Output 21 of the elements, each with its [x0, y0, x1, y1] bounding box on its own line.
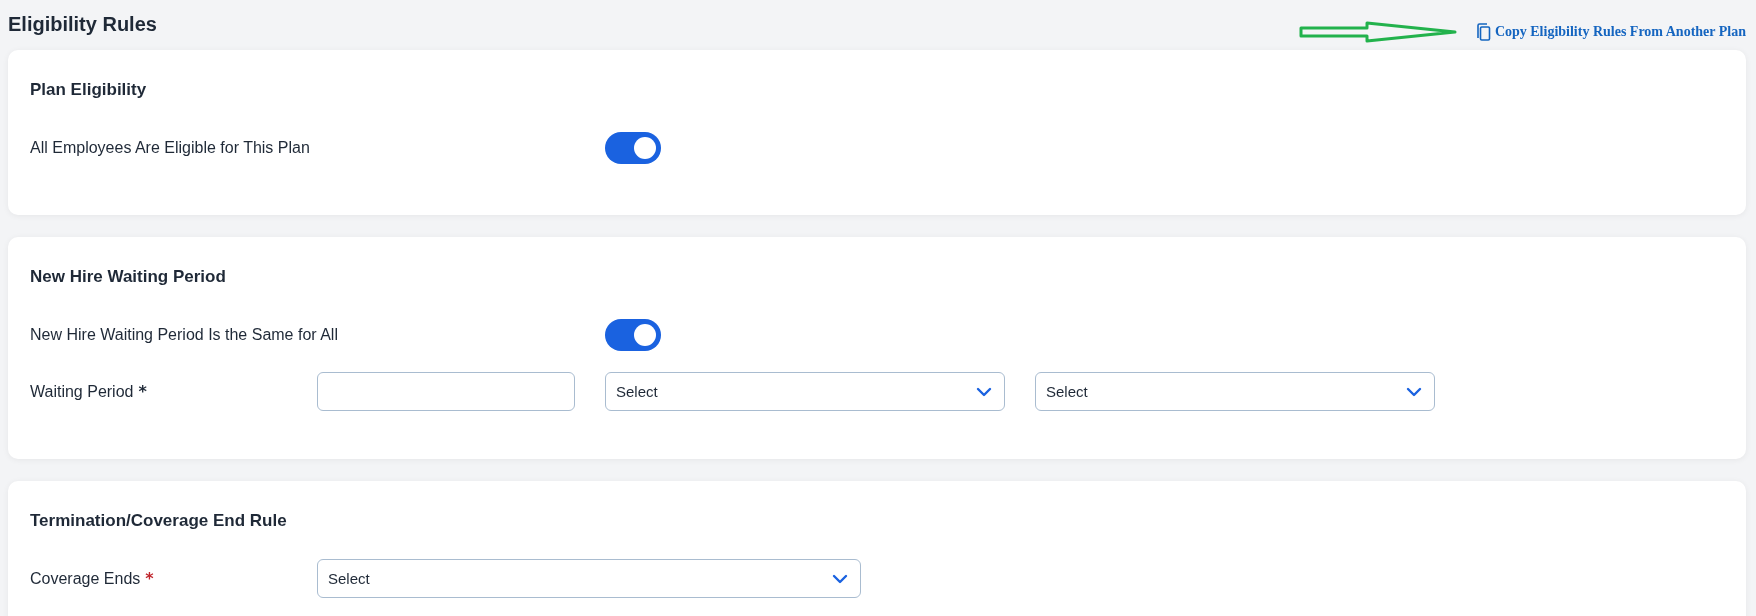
select-dropdown[interactable]: Select [605, 372, 1005, 411]
page-title: Eligibility Rules [8, 12, 157, 37]
section-title: Plan Eligibility [30, 80, 148, 100]
toggle-label: All Employees Are Eligible for This Plan [30, 138, 311, 157]
chevron-down-icon [976, 386, 992, 397]
section-title: New Hire Waiting Period [30, 267, 227, 287]
field-label: Waiting Period [30, 382, 134, 401]
toggle-switch[interactable] [605, 318, 661, 351]
copy-rules-link[interactable]: Copy Eligibility Rules From Another Plan [1474, 23, 1746, 41]
select-dropdown[interactable]: Select [1035, 372, 1435, 411]
text-input-field[interactable] [317, 372, 575, 411]
toggle-switch[interactable] [605, 131, 661, 164]
toggle-label: New Hire Waiting Period Is the Same for All [30, 325, 339, 344]
chevron-down-icon [1406, 386, 1422, 397]
copy-icon [1474, 23, 1491, 41]
required-mark: * [138, 383, 147, 400]
field-label: Coverage Ends [30, 569, 141, 588]
select-dropdown[interactable]: Select [317, 559, 861, 598]
required-mark: * [145, 570, 154, 587]
section-title: Termination/Coverage End Rule [30, 511, 288, 531]
chevron-down-icon [832, 573, 848, 584]
